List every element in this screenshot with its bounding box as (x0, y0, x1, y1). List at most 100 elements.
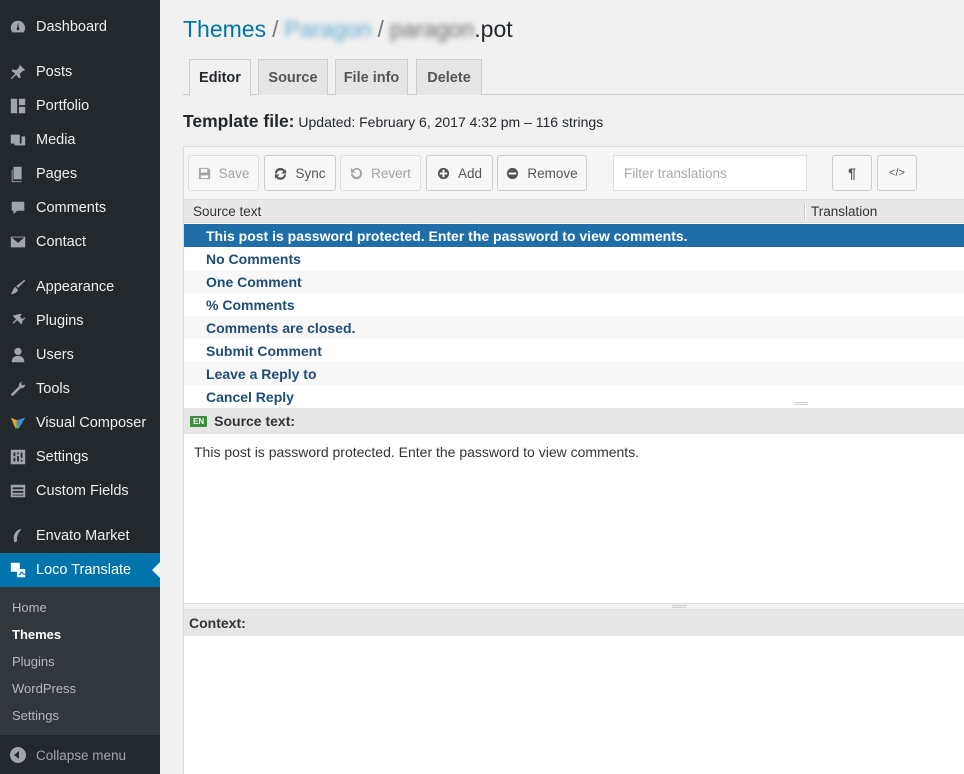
sync-button[interactable]: Sync (264, 155, 336, 191)
panel-splitter[interactable] (184, 603, 964, 610)
add-label: Add (457, 165, 483, 181)
plug-icon (8, 311, 28, 331)
sidebar-item-loco-translate[interactable]: Loco Translate (0, 553, 160, 587)
file-tabs: Editor Source File info Delete (183, 59, 964, 96)
translate-icon (8, 560, 28, 580)
submenu-item-settings[interactable]: Settings (12, 708, 59, 723)
leaf-icon (8, 526, 28, 546)
save-button[interactable]: Save (188, 155, 259, 191)
string-list-header: Source text Translation (184, 200, 964, 223)
sidebar-item-label: Tools (36, 381, 70, 397)
sidebar-item-label: Pages (36, 166, 78, 182)
save-label: Save (218, 165, 250, 181)
page-title: Themes / Paragon / paragon.pot (183, 16, 513, 43)
list-item-selected[interactable]: This post is password protected. Enter t… (184, 224, 964, 247)
sidebar-item-label: Custom Fields (36, 483, 129, 499)
sidebar-item-comments[interactable]: Comments (0, 191, 160, 225)
brush-icon (8, 277, 28, 297)
sidebar-item-label: Appearance (36, 279, 115, 295)
sidebar-item-label: Contact (36, 234, 86, 250)
code-view-toggle-button[interactable]: </> (877, 155, 917, 191)
list-item[interactable]: Leave a Reply to (184, 362, 964, 385)
sidebar-item-pages[interactable]: Pages (0, 157, 160, 191)
sidebar-item-label: Settings (36, 449, 89, 465)
source-text-title: Source text: (214, 413, 296, 429)
sidebar-item-custom-fields[interactable]: Custom Fields (0, 474, 160, 508)
submenu-item-wordpress[interactable]: WordPress (12, 681, 76, 696)
sidebar-item-posts[interactable]: Posts (0, 55, 160, 89)
list-item[interactable]: One Comment (184, 270, 964, 293)
language-badge: EN (190, 415, 208, 427)
column-resize-handle[interactable] (804, 203, 806, 220)
breadcrumb-themes-link[interactable]: Themes (183, 16, 266, 42)
collapse-menu-label: Collapse menu (36, 747, 127, 763)
sync-label: Sync (295, 165, 326, 181)
breadcrumb-separator: / (377, 16, 384, 42)
settings-icon (8, 447, 28, 467)
sidebar-item-settings[interactable]: Settings (0, 440, 160, 474)
column-header-source[interactable]: Source text (193, 204, 261, 219)
minus-circle-icon (507, 167, 519, 179)
admin-sidebar: Dashboard Posts Portfolio Media Pages Co… (0, 0, 160, 774)
sidebar-item-appearance[interactable]: Appearance (0, 270, 160, 304)
filter-translations-input[interactable] (613, 155, 807, 191)
template-file-info: Template file: Updated: February 6, 2017… (183, 111, 603, 132)
breadcrumb-theme-link[interactable]: Paragon (284, 16, 371, 42)
template-file-meta: Updated: February 6, 2017 4:32 pm – 116 … (298, 114, 604, 130)
submenu-item-home[interactable]: Home (12, 600, 47, 615)
sidebar-item-visual-composer[interactable]: Visual Composer (0, 406, 160, 440)
dashboard-icon (8, 17, 28, 37)
sidebar-item-label: Portfolio (36, 98, 90, 114)
sidebar-item-envato-market[interactable]: Envato Market (0, 519, 160, 553)
add-button[interactable]: Add (426, 155, 493, 191)
context-title: Context: (189, 615, 246, 631)
submenu-item-themes[interactable]: Themes (12, 627, 61, 642)
column-header-translation[interactable]: Translation (811, 204, 877, 219)
list-item[interactable]: % Comments (184, 293, 964, 316)
sidebar-item-label: Dashboard (36, 19, 107, 35)
sidebar-item-label: Plugins (36, 313, 84, 329)
sync-icon (275, 167, 287, 180)
sidebar-item-dashboard[interactable]: Dashboard (0, 10, 160, 44)
tab-editor[interactable]: Editor (189, 59, 251, 96)
sidebar-item-users[interactable]: Users (0, 338, 160, 372)
list-item[interactable]: No Comments (184, 247, 964, 270)
revert-icon (351, 167, 363, 179)
list-item[interactable]: Comments are closed. (184, 316, 964, 339)
sidebar-item-label: Media (36, 132, 76, 148)
revert-button[interactable]: Revert (340, 155, 421, 191)
splitter-grip[interactable] (672, 605, 686, 608)
pin-icon (8, 62, 28, 82)
invisibles-toggle-button[interactable]: ¶ (832, 155, 872, 191)
context-body (184, 636, 964, 774)
submenu-item-plugins[interactable]: Plugins (12, 654, 55, 669)
sidebar-item-plugins[interactable]: Plugins (0, 304, 160, 338)
sidebar-item-label: Comments (36, 200, 107, 216)
wrench-icon (8, 379, 28, 399)
sidebar-item-contact[interactable]: Contact (0, 225, 160, 259)
sidebar-item-media[interactable]: Media (0, 123, 160, 157)
media-icon (8, 130, 28, 150)
vc-icon (8, 413, 28, 433)
file-extension: .pot (474, 16, 513, 42)
pages-icon (8, 164, 28, 184)
sidebar-item-portfolio[interactable]: Portfolio (0, 89, 160, 123)
comment-icon (8, 198, 28, 218)
collapse-menu-button[interactable]: Collapse menu (0, 738, 160, 772)
sidebar-item-label: Posts (36, 64, 73, 80)
list-resize-grip[interactable] (794, 402, 808, 405)
grid-icon (8, 96, 28, 116)
tab-delete[interactable]: Delete (416, 59, 482, 95)
tab-source[interactable]: Source (258, 59, 328, 95)
list-item[interactable]: Cancel Reply (184, 385, 964, 407)
remove-button[interactable]: Remove (497, 155, 587, 191)
editor-toolbar: Save Sync Revert Add Remove ¶ </> (184, 147, 964, 200)
sidebar-item-tools[interactable]: Tools (0, 372, 160, 406)
sidebar-item-label: Loco Translate (36, 562, 132, 578)
pilcrow-icon: ¶ (848, 165, 856, 181)
plus-circle-icon (437, 167, 450, 179)
remove-label: Remove (527, 165, 578, 181)
tab-file-info[interactable]: File info (335, 59, 408, 95)
revert-label: Revert (371, 165, 411, 181)
list-item[interactable]: Submit Comment (184, 339, 964, 362)
